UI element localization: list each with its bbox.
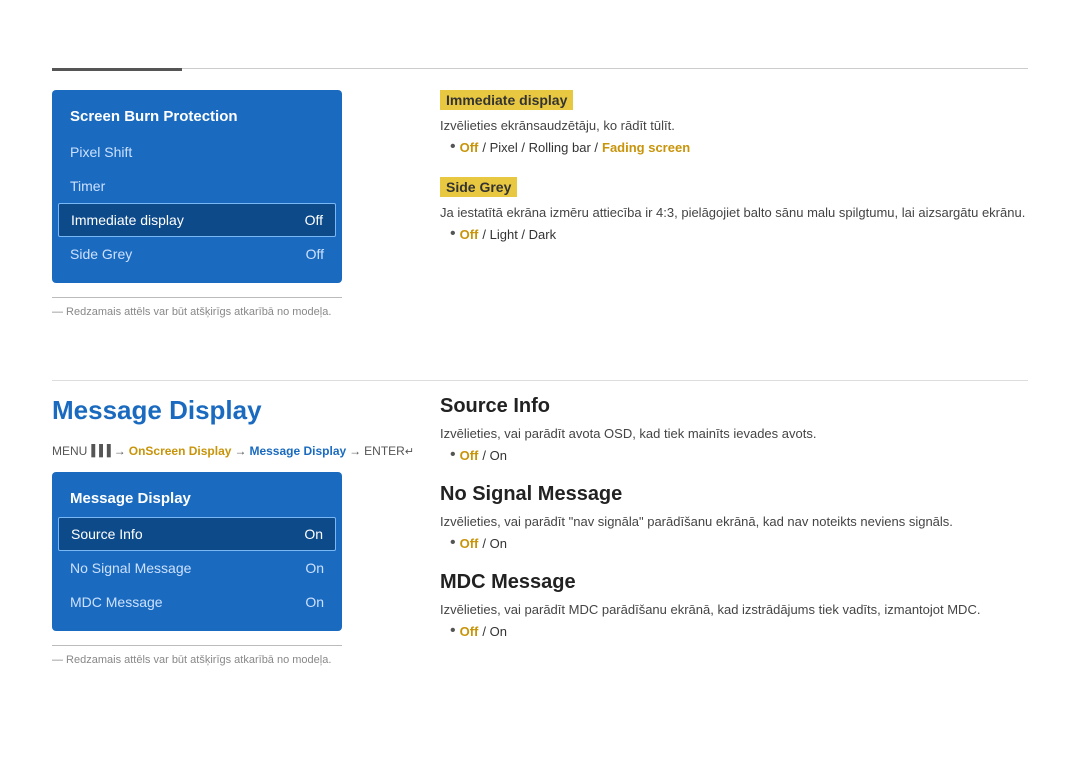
immediate-display-desc: Izvēlieties ekrānsaudzētāju, ko rādīt tū… xyxy=(440,118,1028,133)
mdc-message-desc: Izvēlieties, vai parādīt MDC parādīšanu … xyxy=(440,602,1028,617)
mdc-message-options: • Off / On xyxy=(450,623,1028,639)
message-display-footnote: ― Redzamais attēls var būt atšķirīgs atk… xyxy=(52,645,342,666)
breadcrumb-menu: MENU xyxy=(52,444,87,458)
menu-item-label: Side Grey xyxy=(70,246,132,262)
message-display-heading: Message Display xyxy=(52,395,432,426)
right-description-panel: Immediate display Izvēlieties ekrānsaudz… xyxy=(440,90,1028,242)
option-on: / On xyxy=(482,624,507,639)
option-rest: / Pixel / Rolling bar / xyxy=(482,140,598,155)
menu-item-label: Immediate display xyxy=(71,212,184,228)
breadcrumb-arrow: → xyxy=(349,444,361,458)
screen-burn-footnote: ― Redzamais attēls var būt atšķirīgs atk… xyxy=(52,297,342,318)
immediate-display-label: Immediate display xyxy=(440,90,573,110)
menu-item-value: On xyxy=(305,594,324,610)
source-info-options: • Off / On xyxy=(450,447,1028,463)
message-display-descriptions: Source Info Izvēlieties, vai parādīt avo… xyxy=(440,395,1028,639)
bullet-icon: • xyxy=(450,226,456,242)
mdc-message-title: MDC Message xyxy=(440,571,1028,594)
message-display-panel: Message Display MENU ▐▐▐ → OnScreen Disp… xyxy=(52,395,432,666)
menu-item-value: Off xyxy=(306,246,324,262)
option-off: Off xyxy=(460,624,479,639)
mid-divider xyxy=(52,380,1028,381)
menu-item-pixel-shift[interactable]: Pixel Shift xyxy=(52,135,342,169)
no-signal-desc: Izvēlieties, vai parādīt "nav signāla" p… xyxy=(440,514,1028,529)
screen-burn-menu-box: Screen Burn Protection Pixel Shift Timer… xyxy=(52,90,342,283)
menu-icon: ▐▐▐ xyxy=(87,445,110,457)
option-off: Off xyxy=(460,227,479,242)
option-off: Off xyxy=(460,536,479,551)
option-off: Off xyxy=(460,140,479,155)
breadcrumb-message-display: Message Display xyxy=(249,444,346,458)
menu-item-no-signal[interactable]: No Signal Message On xyxy=(52,551,342,585)
option-fading: Fading screen xyxy=(602,140,690,155)
menu-item-label: No Signal Message xyxy=(70,560,191,576)
menu-item-timer[interactable]: Timer xyxy=(52,169,342,203)
menu-item-mdc-message[interactable]: MDC Message On xyxy=(52,585,342,619)
breadcrumb-enter: ENTER xyxy=(364,444,405,458)
menu-item-label: Pixel Shift xyxy=(70,144,132,160)
top-divider-accent xyxy=(52,68,182,71)
enter-icon: ↵ xyxy=(405,445,414,458)
menu-item-label: Source Info xyxy=(71,526,143,542)
bullet-icon: • xyxy=(450,623,456,639)
option-on: / On xyxy=(482,536,507,551)
side-grey-label: Side Grey xyxy=(440,177,517,197)
top-divider xyxy=(52,68,1028,69)
bullet-icon: • xyxy=(450,535,456,551)
message-display-menu-box: Message Display Source Info On No Signal… xyxy=(52,472,342,631)
breadcrumb-arrow: → xyxy=(114,444,126,458)
menu-item-side-grey[interactable]: Side Grey Off xyxy=(52,237,342,271)
option-off: Off xyxy=(460,448,479,463)
footnote-text: ― Redzamais attēls var būt atšķirīgs atk… xyxy=(52,654,331,666)
menu-item-value: On xyxy=(304,526,323,542)
no-signal-title: No Signal Message xyxy=(440,483,1028,506)
menu-item-value: On xyxy=(305,560,324,576)
menu-item-label: Timer xyxy=(70,178,105,194)
breadcrumb-onscreen: OnScreen Display xyxy=(129,444,232,458)
side-grey-desc: Ja iestatītā ekrāna izmēru attiecība ir … xyxy=(440,205,1028,220)
menu-item-source-info[interactable]: Source Info On xyxy=(58,517,336,551)
menu-item-label: MDC Message xyxy=(70,594,163,610)
screen-burn-title: Screen Burn Protection xyxy=(52,102,342,135)
source-info-section: Source Info Izvēlieties, vai parādīt avo… xyxy=(440,395,1028,463)
immediate-display-options: • Off / Pixel / Rolling bar / Fading scr… xyxy=(450,139,1028,155)
footnote-text: ― Redzamais attēls var būt atšķirīgs atk… xyxy=(52,306,331,318)
screen-burn-panel: Screen Burn Protection Pixel Shift Timer… xyxy=(52,90,342,318)
source-info-desc: Izvēlieties, vai parādīt avota OSD, kad … xyxy=(440,426,1028,441)
bullet-icon: • xyxy=(450,139,456,155)
immediate-display-section: Immediate display Izvēlieties ekrānsaudz… xyxy=(440,90,1028,155)
message-display-menu-title: Message Display xyxy=(52,484,342,517)
option-rest: / Light / Dark xyxy=(482,227,556,242)
menu-item-value: Off xyxy=(305,212,323,228)
breadcrumb-arrow: → xyxy=(234,444,246,458)
breadcrumb: MENU ▐▐▐ → OnScreen Display → Message Di… xyxy=(52,444,432,458)
side-grey-section: Side Grey Ja iestatītā ekrāna izmēru att… xyxy=(440,177,1028,242)
side-grey-options: • Off / Light / Dark xyxy=(450,226,1028,242)
mdc-message-section: MDC Message Izvēlieties, vai parādīt MDC… xyxy=(440,571,1028,639)
bullet-icon: • xyxy=(450,447,456,463)
source-info-title: Source Info xyxy=(440,395,1028,418)
no-signal-options: • Off / On xyxy=(450,535,1028,551)
option-on: / On xyxy=(482,448,507,463)
no-signal-section: No Signal Message Izvēlieties, vai parād… xyxy=(440,483,1028,551)
menu-item-immediate-display[interactable]: Immediate display Off xyxy=(58,203,336,237)
